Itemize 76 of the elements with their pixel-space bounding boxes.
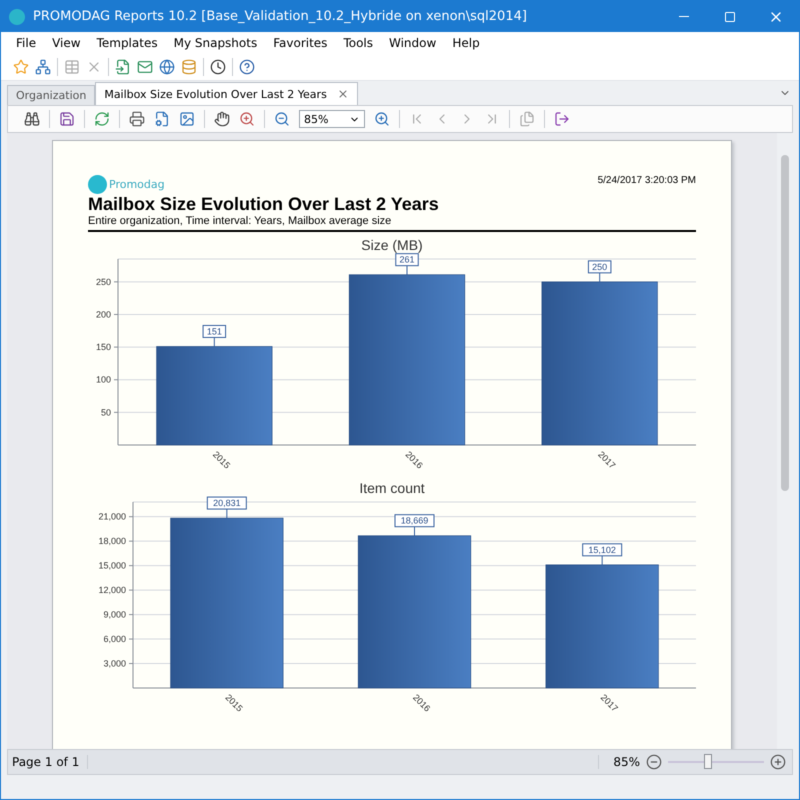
export-image-icon[interactable] <box>179 111 195 127</box>
globe-icon[interactable] <box>159 59 175 75</box>
zoom-out-icon[interactable] <box>646 754 662 770</box>
y-tick-label: 6,000 <box>103 634 126 644</box>
value-label: 261 <box>395 253 419 266</box>
tab[interactable]: Mailbox Size Evolution Over Last 2 Years <box>95 82 358 105</box>
value-label: 151 <box>202 324 226 338</box>
y-tick-label: 15,000 <box>98 560 126 571</box>
page-indicator: Page 1 of 1 <box>12 755 88 769</box>
refresh-icon[interactable] <box>94 111 110 127</box>
y-tick-label: 9,000 <box>103 610 126 620</box>
hand-icon[interactable] <box>214 111 230 127</box>
y-tick-label: 150 <box>96 342 111 352</box>
menu-item[interactable]: Favorites <box>266 34 334 52</box>
y-tick-label: 250 <box>96 276 111 287</box>
report-title: Mailbox Size Evolution Over Last 2 Years <box>88 194 440 215</box>
brand-logo-icon <box>88 175 107 194</box>
leader-line <box>214 336 215 347</box>
help-icon[interactable] <box>239 59 255 75</box>
leader-line <box>599 272 600 282</box>
menu-item[interactable]: Templates <box>90 34 165 52</box>
leader-line <box>414 526 415 536</box>
binoculars-icon[interactable] <box>24 111 40 127</box>
y-tick-label: 100 <box>96 374 111 385</box>
clock-icon[interactable] <box>210 59 226 75</box>
leader-line <box>226 508 228 519</box>
minimize-icon <box>679 16 689 17</box>
menu-item[interactable]: View <box>45 34 88 52</box>
exit-icon[interactable] <box>554 111 570 127</box>
data-label: 250 <box>592 262 608 272</box>
y-tick-label: 21,000 <box>98 512 126 522</box>
import-icon[interactable] <box>115 59 131 75</box>
database-icon[interactable] <box>181 59 197 75</box>
magnifier-icon[interactable] <box>239 111 255 127</box>
y-tick-label: 200 <box>96 309 111 320</box>
menu-item[interactable]: File <box>9 34 44 52</box>
mail-icon[interactable] <box>137 59 153 75</box>
hierarchy-icon[interactable] <box>35 59 51 75</box>
leader-line <box>602 555 603 566</box>
save-icon[interactable] <box>59 111 75 127</box>
zoom-percent: 85% <box>598 755 640 769</box>
menu-item[interactable]: My Snapshots <box>166 34 264 52</box>
zoom-in-icon[interactable] <box>770 754 786 770</box>
value-label: 20,831 <box>206 496 247 510</box>
app-logo-icon <box>9 8 25 24</box>
y-tick-label: 18,000 <box>98 536 126 546</box>
value-label: 15,102 <box>582 543 622 556</box>
slider-thumb[interactable] <box>704 754 712 769</box>
value-label: 250 <box>588 260 612 274</box>
table-icon[interactable] <box>64 59 80 75</box>
zoom-out-icon[interactable] <box>274 111 290 127</box>
chart-title: Size (MB) <box>360 237 424 253</box>
timestamp: 5/24/2017 3:20:03 PM <box>598 175 696 186</box>
y-tick-label: 3,000 <box>103 658 126 669</box>
report-subtitle: Entire organization, Time interval: Years, Mailbox average size <box>88 215 696 232</box>
zoom-combo[interactable]: 85% <box>299 110 365 128</box>
brand-name: Promodag <box>109 178 165 191</box>
page-setup-icon[interactable] <box>154 111 170 127</box>
close-icon[interactable] <box>336 88 349 100</box>
printer-icon[interactable] <box>129 111 145 127</box>
data-label: 151 <box>206 326 222 336</box>
menu-item[interactable]: Window <box>382 34 444 52</box>
data-label: 261 <box>399 254 415 265</box>
star-icon[interactable] <box>13 59 29 75</box>
leader-line <box>406 265 408 276</box>
menu-item[interactable]: Help <box>445 34 487 52</box>
y-tick-label: 12,000 <box>98 585 126 596</box>
value-label: 18,669 <box>394 514 434 528</box>
tab[interactable]: Organization <box>7 85 96 105</box>
scrollbar[interactable] <box>777 133 793 749</box>
y-tick-label: 50 <box>100 407 111 418</box>
zoom-in-icon[interactable] <box>374 111 390 127</box>
menu-item[interactable]: Tools <box>336 34 380 52</box>
maximize-icon <box>724 10 736 22</box>
chart-title: Item count <box>358 480 426 496</box>
window-title: PROMODAG Reports 10.2 [Base_Validation_10.2_Hybride on xenon\sql2014] <box>33 9 528 24</box>
